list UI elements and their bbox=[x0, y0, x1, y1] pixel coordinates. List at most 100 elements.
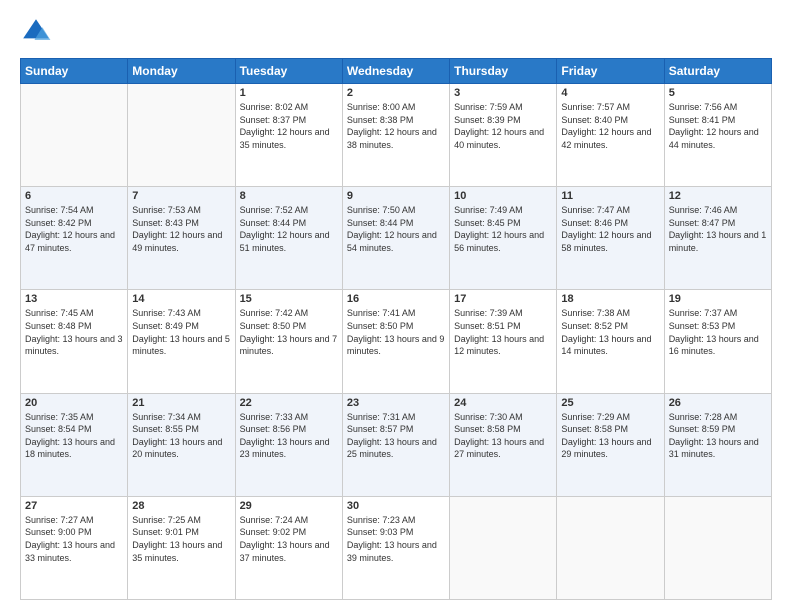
day-number: 15 bbox=[240, 293, 338, 305]
day-number: 25 bbox=[561, 397, 659, 409]
day-cell: 2Sunrise: 8:00 AMSunset: 8:38 PMDaylight… bbox=[342, 84, 449, 187]
day-info: Sunrise: 7:24 AMSunset: 9:02 PMDaylight:… bbox=[240, 514, 338, 564]
day-cell: 3 Sunrise: 7:59 AMSunset: 8:39 PMDaylight… bbox=[450, 84, 557, 187]
day-number: 17 bbox=[454, 293, 552, 305]
day-number: 10 bbox=[454, 190, 552, 202]
day-cell bbox=[21, 84, 128, 187]
day-cell: 23 Sunrise: 7:31 AMSunset: 8:57 PMDayligh… bbox=[342, 393, 449, 496]
col-header-sunday: Sunday bbox=[21, 59, 128, 84]
day-number: 27 bbox=[25, 500, 123, 512]
day-info: Sunrise: 7:50 AMSunset: 8:44 PMDaylight:… bbox=[347, 204, 445, 254]
day-info: Sunrise: 8:02 AMSunset: 8:37 PMDaylight:… bbox=[240, 101, 338, 151]
col-header-friday: Friday bbox=[557, 59, 664, 84]
day-info: Sunrise: 7:43 AMSunset: 8:49 PMDaylight:… bbox=[132, 307, 230, 357]
day-info: Sunrise: 7:35 AMSunset: 8:54 PMDaylight:… bbox=[25, 411, 123, 461]
day-number: 9 bbox=[347, 190, 445, 202]
col-header-saturday: Saturday bbox=[664, 59, 771, 84]
day-number: 29 bbox=[240, 500, 338, 512]
day-number: 24 bbox=[454, 397, 552, 409]
day-cell: 1 Sunrise: 8:02 AMSunset: 8:37 PMDaylight… bbox=[235, 84, 342, 187]
week-row-1: 1 Sunrise: 8:02 AMSunset: 8:37 PMDaylight… bbox=[21, 84, 772, 187]
calendar: SundayMondayTuesdayWednesdayThursdayFrid… bbox=[20, 58, 772, 600]
day-info: Sunrise: 7:31 AMSunset: 8:57 PMDaylight:… bbox=[347, 411, 445, 461]
day-number: 14 bbox=[132, 293, 230, 305]
day-number: 28 bbox=[132, 500, 230, 512]
day-info: Sunrise: 7:33 AMSunset: 8:56 PMDaylight:… bbox=[240, 411, 338, 461]
col-header-wednesday: Wednesday bbox=[342, 59, 449, 84]
day-info: Sunrise: 7:45 AMSunset: 8:48 PMDaylight:… bbox=[25, 307, 123, 357]
header-row: SundayMondayTuesdayWednesdayThursdayFrid… bbox=[21, 59, 772, 84]
day-number: 19 bbox=[669, 293, 767, 305]
day-number: 7 bbox=[132, 190, 230, 202]
day-number: 3 bbox=[454, 87, 552, 99]
day-info: Sunrise: 7:25 AMSunset: 9:01 PMDaylight:… bbox=[132, 514, 230, 564]
day-cell: 19 Sunrise: 7:37 AMSunset: 8:53 PMDayligh… bbox=[664, 290, 771, 393]
day-number: 23 bbox=[347, 397, 445, 409]
day-cell: 8Sunrise: 7:52 AMSunset: 8:44 PMDaylight… bbox=[235, 187, 342, 290]
day-info: Sunrise: 8:00 AMSunset: 8:38 PMDaylight:… bbox=[347, 101, 445, 151]
day-number: 11 bbox=[561, 190, 659, 202]
day-cell: 29 Sunrise: 7:24 AMSunset: 9:02 PMDayligh… bbox=[235, 496, 342, 599]
day-cell: 11Sunrise: 7:47 AMSunset: 8:46 PMDayligh… bbox=[557, 187, 664, 290]
day-cell: 15 Sunrise: 7:42 AMSunset: 8:50 PMDayligh… bbox=[235, 290, 342, 393]
week-row-2: 6Sunrise: 7:54 AMSunset: 8:42 PMDaylight… bbox=[21, 187, 772, 290]
day-number: 4 bbox=[561, 87, 659, 99]
day-info: Sunrise: 7:23 AMSunset: 9:03 PMDaylight:… bbox=[347, 514, 445, 564]
day-cell: 5Sunrise: 7:56 AMSunset: 8:41 PMDaylight… bbox=[664, 84, 771, 187]
day-info: Sunrise: 7:52 AMSunset: 8:44 PMDaylight:… bbox=[240, 204, 338, 254]
day-number: 12 bbox=[669, 190, 767, 202]
week-row-4: 20 Sunrise: 7:35 AMSunset: 8:54 PMDayligh… bbox=[21, 393, 772, 496]
day-cell: 16Sunrise: 7:41 AMSunset: 8:50 PMDayligh… bbox=[342, 290, 449, 393]
week-row-5: 27 Sunrise: 7:27 AMSunset: 9:00 PMDayligh… bbox=[21, 496, 772, 599]
col-header-monday: Monday bbox=[128, 59, 235, 84]
day-cell bbox=[664, 496, 771, 599]
day-cell: 6Sunrise: 7:54 AMSunset: 8:42 PMDaylight… bbox=[21, 187, 128, 290]
day-cell: 27 Sunrise: 7:27 AMSunset: 9:00 PMDayligh… bbox=[21, 496, 128, 599]
page: SundayMondayTuesdayWednesdayThursdayFrid… bbox=[0, 0, 792, 612]
day-cell: 10Sunrise: 7:49 AMSunset: 8:45 PMDayligh… bbox=[450, 187, 557, 290]
day-cell: 28 Sunrise: 7:25 AMSunset: 9:01 PMDayligh… bbox=[128, 496, 235, 599]
day-info: Sunrise: 7:39 AMSunset: 8:51 PMDaylight:… bbox=[454, 307, 552, 357]
day-cell: 13 Sunrise: 7:45 AMSunset: 8:48 PMDayligh… bbox=[21, 290, 128, 393]
day-info: Sunrise: 7:29 AMSunset: 8:58 PMDaylight:… bbox=[561, 411, 659, 461]
day-number: 18 bbox=[561, 293, 659, 305]
day-number: 20 bbox=[25, 397, 123, 409]
day-cell: 30 Sunrise: 7:23 AMSunset: 9:03 PMDayligh… bbox=[342, 496, 449, 599]
day-info: Sunrise: 7:38 AMSunset: 8:52 PMDaylight:… bbox=[561, 307, 659, 357]
day-cell: 14 Sunrise: 7:43 AMSunset: 8:49 PMDayligh… bbox=[128, 290, 235, 393]
day-info: Sunrise: 7:34 AMSunset: 8:55 PMDaylight:… bbox=[132, 411, 230, 461]
day-cell: 18 Sunrise: 7:38 AMSunset: 8:52 PMDayligh… bbox=[557, 290, 664, 393]
day-info: Sunrise: 7:42 AMSunset: 8:50 PMDaylight:… bbox=[240, 307, 338, 357]
header bbox=[20, 16, 772, 48]
day-cell: 24 Sunrise: 7:30 AMSunset: 8:58 PMDayligh… bbox=[450, 393, 557, 496]
col-header-tuesday: Tuesday bbox=[235, 59, 342, 84]
day-info: Sunrise: 7:57 AMSunset: 8:40 PMDaylight:… bbox=[561, 101, 659, 151]
col-header-thursday: Thursday bbox=[450, 59, 557, 84]
day-number: 13 bbox=[25, 293, 123, 305]
day-info: Sunrise: 7:27 AMSunset: 9:00 PMDaylight:… bbox=[25, 514, 123, 564]
day-info: Sunrise: 7:56 AMSunset: 8:41 PMDaylight:… bbox=[669, 101, 767, 151]
week-row-3: 13 Sunrise: 7:45 AMSunset: 8:48 PMDayligh… bbox=[21, 290, 772, 393]
day-number: 1 bbox=[240, 87, 338, 99]
day-cell bbox=[128, 84, 235, 187]
day-number: 22 bbox=[240, 397, 338, 409]
day-cell: 7 Sunrise: 7:53 AMSunset: 8:43 PMDaylight… bbox=[128, 187, 235, 290]
day-cell: 20 Sunrise: 7:35 AMSunset: 8:54 PMDayligh… bbox=[21, 393, 128, 496]
day-info: Sunrise: 7:30 AMSunset: 8:58 PMDaylight:… bbox=[454, 411, 552, 461]
day-cell: 12 Sunrise: 7:46 AMSunset: 8:47 PMDayligh… bbox=[664, 187, 771, 290]
day-info: Sunrise: 7:28 AMSunset: 8:59 PMDaylight:… bbox=[669, 411, 767, 461]
day-cell: 21 Sunrise: 7:34 AMSunset: 8:55 PMDayligh… bbox=[128, 393, 235, 496]
day-number: 21 bbox=[132, 397, 230, 409]
day-info: Sunrise: 7:59 AMSunset: 8:39 PMDaylight:… bbox=[454, 101, 552, 151]
day-cell: 17 Sunrise: 7:39 AMSunset: 8:51 PMDayligh… bbox=[450, 290, 557, 393]
day-cell: 4 Sunrise: 7:57 AMSunset: 8:40 PMDaylight… bbox=[557, 84, 664, 187]
day-cell: 26Sunrise: 7:28 AMSunset: 8:59 PMDayligh… bbox=[664, 393, 771, 496]
day-number: 30 bbox=[347, 500, 445, 512]
day-number: 6 bbox=[25, 190, 123, 202]
logo-icon bbox=[20, 16, 52, 48]
day-info: Sunrise: 7:46 AMSunset: 8:47 PMDaylight:… bbox=[669, 204, 767, 254]
day-cell: 25 Sunrise: 7:29 AMSunset: 8:58 PMDayligh… bbox=[557, 393, 664, 496]
day-cell bbox=[450, 496, 557, 599]
day-info: Sunrise: 7:53 AMSunset: 8:43 PMDaylight:… bbox=[132, 204, 230, 254]
day-info: Sunrise: 7:37 AMSunset: 8:53 PMDaylight:… bbox=[669, 307, 767, 357]
